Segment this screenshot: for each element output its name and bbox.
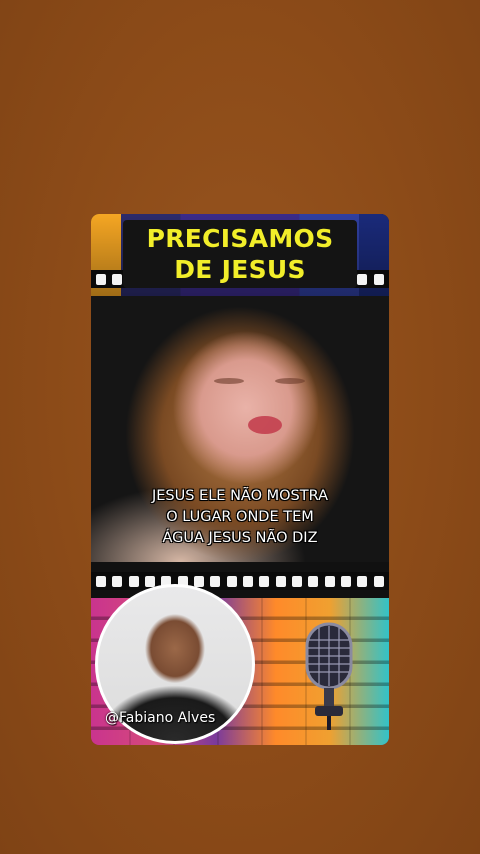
title-banner: PRECISAMOS DE JESUS [123,220,357,288]
video-subtitle: JESUS ELE NÃO MOSTRA O LUGAR ONDE TEM ÁG… [91,486,389,549]
microphone-icon [305,622,353,730]
subtitle-line-1: JESUS ELE NÃO MOSTRA [151,488,328,504]
eye-right [275,378,305,384]
subtitle-line-2: O LUGAR ONDE TEM [166,509,314,525]
reel-card[interactable]: PRECISAMOS DE JESUS JESUS ELE NÃO MOSTRA… [91,214,389,745]
title-line-1: PRECISAMOS [146,224,334,253]
singer-mouth [248,416,282,434]
creator-handle[interactable]: @Fabiano Alves [105,710,215,726]
subtitle-line-3: ÁGUA JESUS NÃO DIZ [162,530,318,546]
eye-left [214,378,244,384]
title-line-2: DE JESUS [174,255,306,284]
film-strip-bottom [91,572,389,590]
